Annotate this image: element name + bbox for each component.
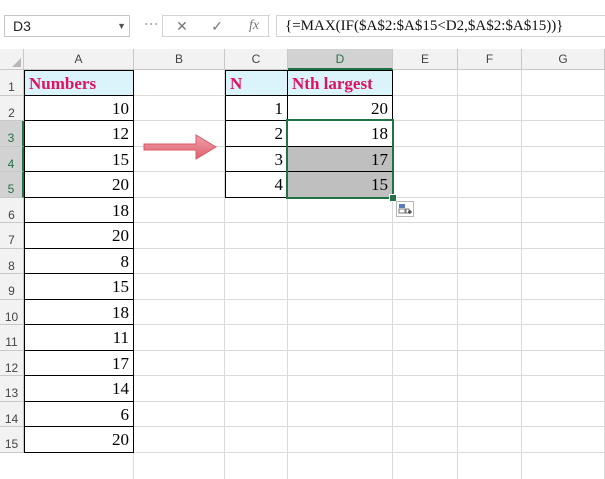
cancel-x-icon[interactable]: ✕: [171, 15, 193, 37]
row-header-10[interactable]: 10: [0, 299, 24, 325]
nth-largest-header-cell[interactable]: Nth largest: [287, 70, 393, 96]
row-header-6[interactable]: 6: [0, 197, 24, 223]
formula-bar: D3 ▼ ⋮ ✕ ✓ fx {=MAX(IF($A$2:$A$15<D2,$A$…: [0, 0, 605, 45]
row-header-8[interactable]: 8: [0, 248, 24, 274]
table-row[interactable]: 8: [24, 247, 134, 274]
chevron-down-icon[interactable]: ▼: [117, 16, 126, 36]
formula-input[interactable]: {=MAX(IF($A$2:$A$15<D2,$A$2:$A$15))}: [276, 15, 605, 37]
column-header-e[interactable]: E: [393, 49, 458, 70]
table-row[interactable]: 18: [24, 196, 134, 223]
row-header-7[interactable]: 7: [0, 223, 24, 249]
column-header-d[interactable]: D: [288, 49, 393, 70]
row-header-5[interactable]: 5: [0, 172, 24, 198]
table-row[interactable]: 15: [24, 273, 134, 300]
table-row[interactable]: 3: [225, 145, 288, 172]
column-gridline: [457, 70, 458, 479]
table-row[interactable]: 18: [24, 298, 134, 325]
table-row[interactable]: 11: [24, 324, 134, 351]
select-all-corner[interactable]: [0, 49, 24, 70]
table-row[interactable]: 20: [24, 171, 134, 198]
right-arrow-icon: [142, 133, 218, 161]
spreadsheet-grid[interactable]: A B C D E F G 1 2 3 4 5 6 7 8 9 10 11 12 13 14 15 Numbers 10 12 1…: [0, 49, 605, 479]
table-row[interactable]: 20: [24, 222, 134, 249]
column-header-c[interactable]: C: [225, 49, 288, 70]
table-row[interactable]: 12: [24, 120, 134, 147]
column-gridline: [521, 70, 522, 479]
table-row[interactable]: 15: [24, 145, 134, 172]
column-header-f[interactable]: F: [458, 49, 522, 70]
row-header-14[interactable]: 14: [0, 401, 24, 427]
table-row[interactable]: 4: [225, 171, 288, 198]
table-row[interactable]: 17: [24, 349, 134, 376]
row-header-3[interactable]: 3: [0, 121, 24, 147]
column-header-b[interactable]: B: [134, 49, 225, 70]
table-row[interactable]: 6: [24, 400, 134, 427]
row-header-11[interactable]: 11: [0, 325, 24, 351]
n-header-cell[interactable]: N: [225, 70, 288, 96]
row-header-13[interactable]: 13: [0, 376, 24, 402]
row-header-1[interactable]: 1: [0, 70, 24, 96]
row-header-2[interactable]: 2: [0, 95, 24, 121]
drag-handle-icon[interactable]: ⋮: [144, 17, 160, 30]
fx-icon[interactable]: fx: [243, 15, 265, 37]
table-row[interactable]: 17: [287, 145, 393, 172]
table-row[interactable]: 14: [24, 375, 134, 402]
table-row[interactable]: 20: [287, 94, 393, 121]
table-row[interactable]: 1: [225, 94, 288, 121]
row-header-4[interactable]: 4: [0, 146, 24, 172]
table-row[interactable]: 18: [287, 120, 393, 147]
row-header-12[interactable]: 12: [0, 350, 24, 376]
table-row[interactable]: 15: [287, 171, 393, 198]
row-header-15[interactable]: 15: [0, 427, 24, 453]
checkmark-icon[interactable]: ✓: [206, 15, 228, 37]
table-row[interactable]: 2: [225, 120, 288, 147]
row-header-9[interactable]: 9: [0, 274, 24, 300]
name-box-value: D3: [13, 18, 31, 34]
column-header-g[interactable]: G: [522, 49, 605, 70]
name-box[interactable]: D3 ▼: [4, 15, 130, 37]
column-header-a[interactable]: A: [24, 49, 134, 70]
formula-divider: [268, 15, 269, 37]
table-row[interactable]: 20: [24, 426, 134, 453]
quick-analysis-icon[interactable]: [396, 200, 414, 217]
table-row[interactable]: 10: [24, 94, 134, 121]
numbers-header-cell[interactable]: Numbers: [24, 70, 134, 96]
